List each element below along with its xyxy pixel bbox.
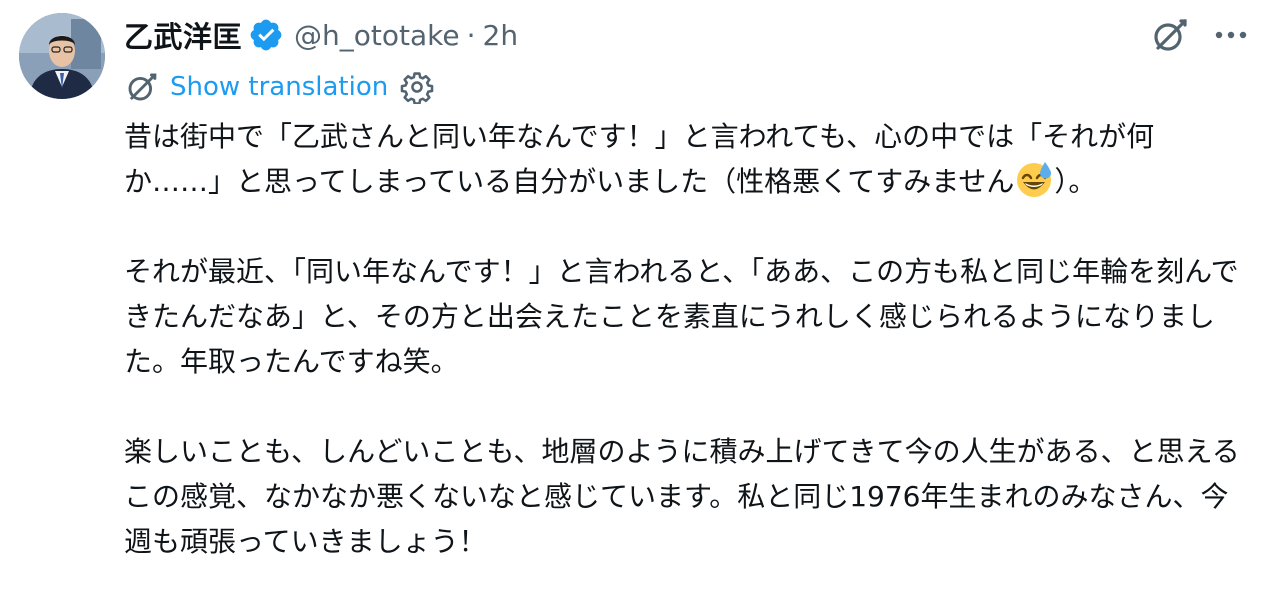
show-translation-link[interactable]: Show translation <box>170 72 388 102</box>
avatar[interactable] <box>19 13 105 99</box>
author-handle[interactable]: @h_ototake <box>294 19 460 52</box>
tweet-text: 昔は街中で「乙武さんと同い年なんです！」と言われても、心の中では「それが何か……… <box>124 114 1244 564</box>
tweet-paragraph: 昔は街中で「乙武さんと同い年なんです！」と言われても、心の中では「それが何か……… <box>124 114 1244 204</box>
author-display-name[interactable]: 乙武洋匡 <box>124 14 242 56</box>
grok-icon <box>124 69 160 105</box>
separator-dot: · <box>466 18 476 52</box>
grinning-sweat-emoji-icon <box>1014 159 1054 199</box>
gear-icon[interactable] <box>400 70 434 105</box>
translation-row: Show translation <box>124 64 434 110</box>
tweet-actions-top <box>1149 14 1251 56</box>
grok-icon[interactable] <box>1149 14 1191 56</box>
tweet-paragraph: それが最近、「同い年なんです！」と言われると、「ああ、この方も私と同じ年輪を刻ん… <box>124 255 1239 378</box>
tweet-paragraph: 楽しいことも、しんどいことも、地層のように積み上げてきて今の人生がある、と思える… <box>124 435 1240 558</box>
paragraph-text: ）。 <box>1054 165 1097 198</box>
more-options-icon[interactable] <box>1211 15 1251 55</box>
paragraph-text: 昔は街中で「乙武さんと同い年なんです！」と言われても、心の中では「それが何か……… <box>124 120 1155 198</box>
verified-badge-icon[interactable] <box>248 17 284 53</box>
profile-photo <box>19 13 105 99</box>
post-timestamp[interactable]: 2h <box>483 19 519 52</box>
tweet-header: 乙武洋匡 @h_ototake · 2h <box>124 12 518 58</box>
